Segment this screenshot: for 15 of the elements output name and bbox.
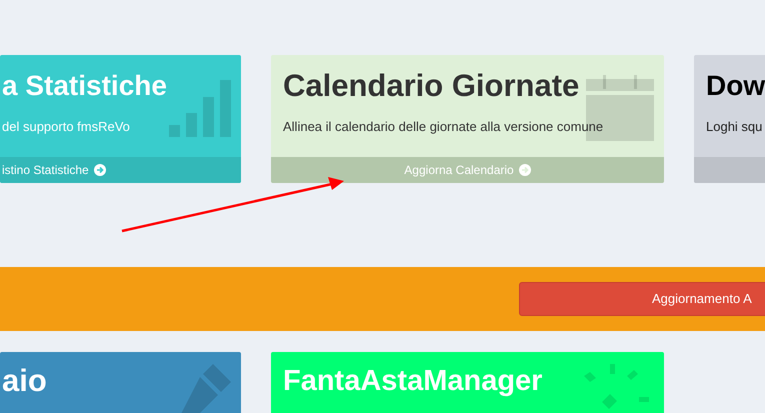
card-description: Allinea il calendario delle giornate alla versione comune	[283, 118, 604, 136]
card-title: Calendario Giornate	[283, 67, 580, 105]
arrow-circle-icon	[94, 164, 106, 176]
update-button[interactable]: Aggiornamento A	[519, 282, 765, 316]
card-title: FantaAstaManager	[283, 364, 542, 399]
card-title: Dow	[706, 69, 765, 103]
card-footer-link[interactable]: Aggiorna Calendario	[404, 161, 531, 179]
arrow-circle-icon	[518, 164, 531, 176]
card-footer-link[interactable]: istino Statistiche	[2, 161, 106, 179]
card-title: a Statistiche	[2, 69, 167, 103]
card-description: del supporto fmsReVo	[2, 118, 130, 136]
bar-chart-icon	[169, 80, 231, 137]
pencil-icon	[181, 364, 231, 413]
card-description: Loghi squ	[706, 118, 762, 136]
card-title: aio	[2, 362, 47, 400]
